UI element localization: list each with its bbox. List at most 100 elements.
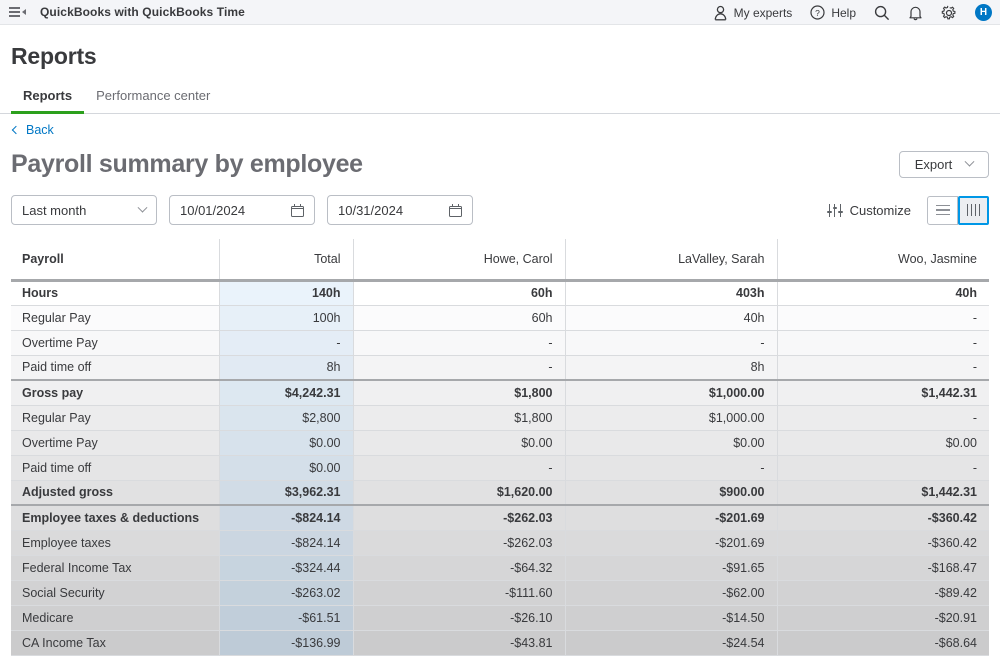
view-toggle-group xyxy=(927,196,989,225)
table-row: Social Security-$263.02-$111.60-$62.00-$… xyxy=(11,580,989,605)
cell-total: 100h xyxy=(219,305,353,330)
cell-total: -$824.14 xyxy=(219,505,353,530)
customize-label: Customize xyxy=(850,203,911,218)
column-header-employee-3[interactable]: Woo, Jasmine xyxy=(777,239,989,280)
question-circle-icon: ? xyxy=(810,5,825,20)
row-label: Adjusted gross xyxy=(11,480,219,505)
back-button[interactable]: Back xyxy=(0,114,1000,137)
collapse-arrow-icon xyxy=(22,9,26,15)
rows-view-icon xyxy=(936,205,950,215)
cell-employee-1: $1,800 xyxy=(353,405,565,430)
table-header-row: Payroll Total Howe, Carol LaValley, Sara… xyxy=(11,239,989,280)
customize-button[interactable]: Customize xyxy=(828,203,911,218)
cell-employee-2: - xyxy=(565,330,777,355)
page-title: Reports xyxy=(0,25,1000,70)
report-table-container: Payroll Total Howe, Carol LaValley, Sara… xyxy=(0,239,1000,656)
cell-employee-2: -$201.69 xyxy=(565,530,777,555)
row-label: Federal Income Tax xyxy=(11,555,219,580)
calendar-icon xyxy=(449,204,462,217)
cell-employee-1: -$111.60 xyxy=(353,580,565,605)
cell-employee-3: -$89.42 xyxy=(777,580,989,605)
report-title: Payroll summary by employee xyxy=(11,150,363,179)
column-header-employee-1[interactable]: Howe, Carol xyxy=(353,239,565,280)
cell-employee-3: -$168.47 xyxy=(777,555,989,580)
cell-employee-1: -$262.03 xyxy=(353,505,565,530)
cell-employee-3: -$68.64 xyxy=(777,630,989,655)
table-row: Overtime Pay$0.00$0.00$0.00$0.00 xyxy=(11,430,989,455)
cell-employee-1: $1,620.00 xyxy=(353,480,565,505)
svg-text:?: ? xyxy=(815,8,820,18)
payroll-summary-table: Payroll Total Howe, Carol LaValley, Sara… xyxy=(11,239,989,656)
cell-employee-1: $0.00 xyxy=(353,430,565,455)
search-icon[interactable] xyxy=(874,5,890,21)
cell-employee-2: $1,000.00 xyxy=(565,405,777,430)
person-icon xyxy=(713,5,728,21)
report-toolbar: Last month 10/01/2024 10/31/2024 Customi… xyxy=(0,195,1000,225)
table-head: Payroll Total Howe, Carol LaValley, Sara… xyxy=(11,239,989,280)
cell-total: 8h xyxy=(219,355,353,380)
cell-employee-3: -$20.91 xyxy=(777,605,989,630)
columns-view-toggle[interactable] xyxy=(958,196,989,225)
back-label: Back xyxy=(26,123,54,137)
cell-employee-2: -$91.65 xyxy=(565,555,777,580)
row-label: CA Income Tax xyxy=(11,630,219,655)
cell-employee-3: $1,442.31 xyxy=(777,480,989,505)
cell-employee-1: -$64.32 xyxy=(353,555,565,580)
bell-icon[interactable] xyxy=(908,5,923,21)
my-experts-label: My experts xyxy=(734,6,793,20)
help-button[interactable]: ? Help xyxy=(810,5,856,20)
cell-employee-3: -$360.42 xyxy=(777,530,989,555)
export-button[interactable]: Export xyxy=(899,151,989,178)
column-header-payroll[interactable]: Payroll xyxy=(11,239,219,280)
table-body: Hours140h60h403h40hRegular Pay100h60h40h… xyxy=(11,280,989,655)
gear-icon[interactable] xyxy=(941,5,957,21)
table-row: CA Income Tax-$136.99-$43.81-$24.54-$68.… xyxy=(11,630,989,655)
row-label: Regular Pay xyxy=(11,405,219,430)
cell-employee-1: - xyxy=(353,455,565,480)
rows-view-toggle[interactable] xyxy=(927,196,958,225)
row-label: Employee taxes xyxy=(11,530,219,555)
column-header-employee-2[interactable]: LaValley, Sarah xyxy=(565,239,777,280)
table-row: Regular Pay$2,800$1,800$1,000.00- xyxy=(11,405,989,430)
cell-total: -$136.99 xyxy=(219,630,353,655)
cell-employee-2: -$14.50 xyxy=(565,605,777,630)
row-label: Paid time off xyxy=(11,355,219,380)
end-date-value: 10/31/2024 xyxy=(338,203,403,218)
end-date-input[interactable]: 10/31/2024 xyxy=(327,195,473,225)
tab-performance-center[interactable]: Performance center xyxy=(84,88,222,114)
cell-total: $0.00 xyxy=(219,455,353,480)
cell-employee-3: - xyxy=(777,330,989,355)
toolbar-right: Customize xyxy=(828,196,989,225)
cell-employee-2: $1,000.00 xyxy=(565,380,777,405)
cell-employee-1: -$262.03 xyxy=(353,530,565,555)
table-row: Medicare-$61.51-$26.10-$14.50-$20.91 xyxy=(11,605,989,630)
column-header-total[interactable]: Total xyxy=(219,239,353,280)
my-experts-button[interactable]: My experts xyxy=(713,5,793,21)
cell-total: -$263.02 xyxy=(219,580,353,605)
row-label: Overtime Pay xyxy=(11,330,219,355)
period-select[interactable]: Last month xyxy=(11,195,157,225)
export-label: Export xyxy=(915,157,953,172)
table-row: Overtime Pay---- xyxy=(11,330,989,355)
cell-employee-3: $0.00 xyxy=(777,430,989,455)
row-label: Employee taxes & deductions xyxy=(11,505,219,530)
columns-view-icon xyxy=(967,204,981,216)
chevron-down-icon xyxy=(965,157,975,167)
row-label: Regular Pay xyxy=(11,305,219,330)
start-date-input[interactable]: 10/01/2024 xyxy=(169,195,315,225)
cell-employee-3: -$360.42 xyxy=(777,505,989,530)
tab-reports[interactable]: Reports xyxy=(11,88,84,114)
cell-employee-2: -$201.69 xyxy=(565,505,777,530)
cell-employee-3: - xyxy=(777,405,989,430)
cell-employee-3: - xyxy=(777,355,989,380)
help-label: Help xyxy=(831,6,856,20)
hamburger-collapse-icon[interactable] xyxy=(9,7,26,17)
cell-employee-1: 60h xyxy=(353,280,565,305)
cell-employee-2: - xyxy=(565,455,777,480)
start-date-value: 10/01/2024 xyxy=(180,203,245,218)
avatar[interactable]: H xyxy=(975,4,992,21)
cell-employee-2: -$24.54 xyxy=(565,630,777,655)
chevron-left-icon xyxy=(12,126,20,134)
cell-total: $0.00 xyxy=(219,430,353,455)
table-row: Gross pay$4,242.31$1,800$1,000.00$1,442.… xyxy=(11,380,989,405)
